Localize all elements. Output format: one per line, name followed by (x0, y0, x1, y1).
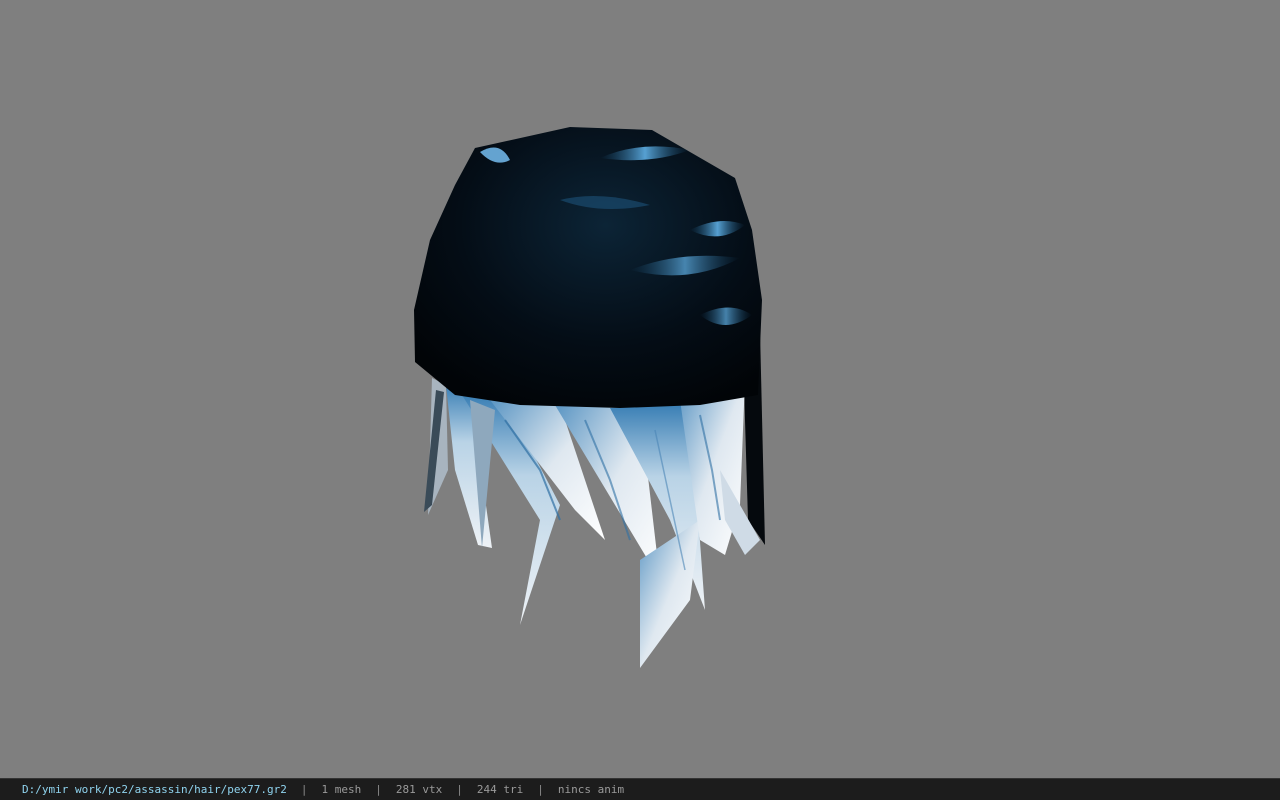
status-separator: | (300, 783, 308, 796)
animation-status: nincs anim (557, 783, 625, 796)
hair-mesh-icon[interactable] (0, 0, 1280, 778)
status-separator: | (456, 783, 463, 796)
3d-viewport[interactable] (0, 0, 1280, 778)
vertex-count: 281 vtx (395, 783, 443, 796)
mesh-count: 1 mesh (321, 783, 362, 796)
triangle-count: 244 tri (476, 783, 524, 796)
file-path: D:/ymir work/pc2/assassin/hair/pex77.gr2 (22, 783, 287, 796)
status-separator: | (537, 783, 544, 796)
status-bar: D:/ymir work/pc2/assassin/hair/pex77.gr2… (0, 778, 1280, 800)
status-separator: | (375, 783, 382, 796)
